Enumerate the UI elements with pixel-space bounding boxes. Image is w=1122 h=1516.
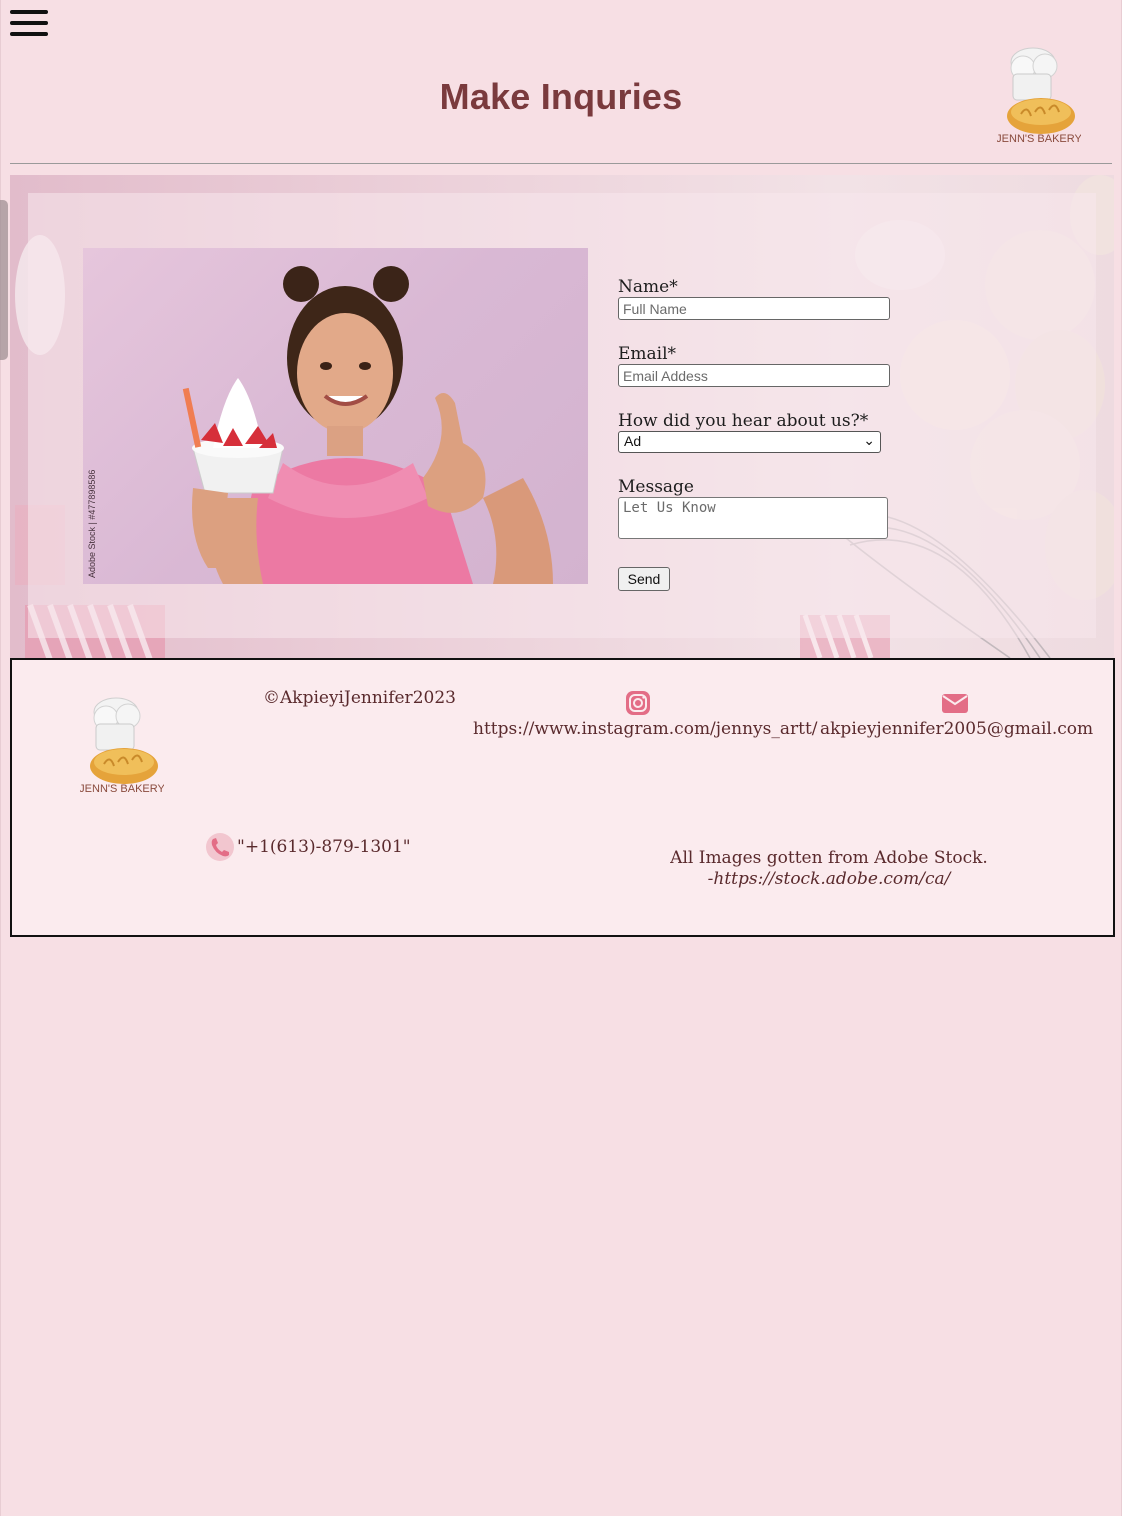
credits-source-link[interactable]: -https://stock.adobe.com/ca/ <box>629 869 1029 890</box>
name-input[interactable] <box>618 297 890 320</box>
phone-icon <box>206 833 234 861</box>
instagram-icon <box>626 691 650 715</box>
header-divider <box>10 163 1112 164</box>
inquiry-hero: Adobe Stock | #477898586 Name* Email* Ho… <box>10 175 1114 658</box>
svg-text:Adobe Stock | #477898586: Adobe Stock | #477898586 <box>87 470 97 578</box>
image-credits: All Images gotten from Adobe Stock. -htt… <box>629 848 1029 890</box>
referral-field: How did you hear about us?* Ad ⌄ <box>618 411 881 453</box>
email-label: Email* <box>618 344 677 364</box>
message-field: Message <box>618 477 888 539</box>
chef-bread-logo-icon: JENN'S BAKERY <box>996 47 1082 145</box>
bakery-logo[interactable]: JENN'S BAKERY <box>996 44 1082 148</box>
footer-bakery-logo[interactable]: JENN'S BAKERY <box>79 694 165 798</box>
phone-number: "+1(613)-879-1301" <box>237 837 411 857</box>
message-label: Message <box>618 477 694 497</box>
referral-selected-value: Ad <box>624 433 642 449</box>
email-input[interactable] <box>618 364 890 387</box>
menu-bar <box>10 21 48 25</box>
name-field: Name* <box>618 277 890 320</box>
menu-bar <box>10 10 48 14</box>
instagram-contact[interactable]: https://www.instagram.com/jennys_artt/ <box>473 690 818 739</box>
message-textarea[interactable] <box>618 497 888 539</box>
phone-contact[interactable]: "+1(613)-879-1301" <box>205 832 411 862</box>
copyright-text: ©AkpieyiJennifer2023 <box>263 688 456 708</box>
chef-bread-logo-icon: JENN'S BAKERY <box>79 697 165 795</box>
page-title: Make Inquries <box>439 76 683 117</box>
name-label: Name* <box>618 277 678 297</box>
referral-label: How did you hear about us?* <box>618 411 869 431</box>
send-button[interactable]: Send <box>618 567 670 591</box>
site-footer: JENN'S BAKERY ©AkpieyiJennifer2023 https… <box>10 658 1115 937</box>
svg-text:JENN'S BAKERY: JENN'S BAKERY <box>997 133 1081 145</box>
email-field: Email* <box>618 344 890 387</box>
side-scroll-tab[interactable] <box>0 200 8 360</box>
envelope-icon <box>942 694 968 713</box>
instagram-link[interactable]: https://www.instagram.com/jennys_artt/ <box>473 719 818 739</box>
svg-text:JENN'S BAKERY: JENN'S BAKERY <box>80 783 164 795</box>
menu-bar <box>10 32 48 36</box>
email-link[interactable]: akpieyjennifer2005@gmail.com <box>820 719 1093 739</box>
credits-text: All Images gotten from Adobe Stock. <box>670 848 988 868</box>
chevron-down-icon: ⌄ <box>863 432 875 448</box>
photo-illustration: Adobe Stock | #477898586 <box>87 266 553 584</box>
referral-select[interactable]: Ad ⌄ <box>618 431 881 453</box>
email-contact[interactable]: akpieyjennifer2005@gmail.com <box>820 690 1093 739</box>
hamburger-menu-icon[interactable] <box>10 10 48 36</box>
girl-with-ice-cream-photo: Adobe Stock | #477898586 <box>83 248 588 584</box>
inquiry-panel: Adobe Stock | #477898586 Name* Email* Ho… <box>28 193 1096 638</box>
